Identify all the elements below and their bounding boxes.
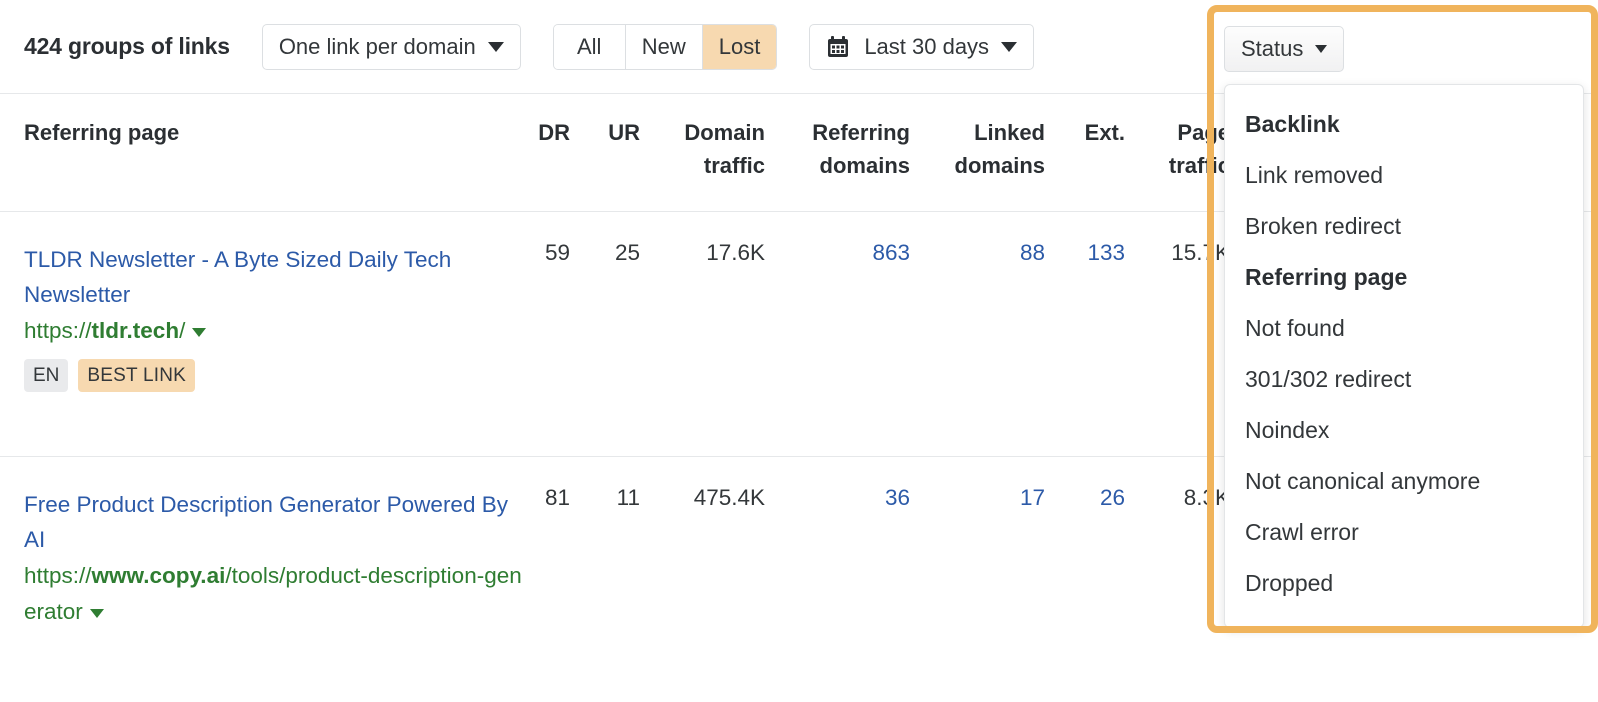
menu-item-dropped[interactable]: Dropped — [1225, 558, 1583, 609]
menu-group-backlink: Backlink — [1245, 111, 1340, 137]
calendar-icon — [826, 35, 850, 59]
status-filter-button[interactable]: Status — [1224, 26, 1345, 72]
groups-count-label: 424 groups of links — [24, 33, 230, 59]
toolbar: 424 groups of links One link per domain … — [0, 0, 1598, 94]
referring-page-url[interactable]: https://tldr.tech/ — [24, 313, 524, 349]
menu-item-link-removed[interactable]: Link removed — [1225, 150, 1583, 201]
column-header-ur[interactable]: UR — [570, 116, 640, 149]
cell-linked-domains[interactable]: 88 — [920, 240, 1045, 266]
cell-page-traffic: 8.3K — [1183, 485, 1230, 510]
column-header-ext[interactable]: Ext. — [1055, 116, 1125, 149]
chevron-down-icon[interactable] — [89, 608, 104, 618]
cell-ext[interactable]: 26 — [1055, 485, 1125, 511]
segment-new[interactable]: New — [625, 24, 703, 69]
cell-dr: 81 — [544, 485, 570, 510]
url-prefix: https:// — [24, 318, 92, 343]
url-domain: www.copy.ai — [91, 563, 226, 588]
grouping-dropdown-button[interactable]: One link per domain — [261, 23, 521, 70]
badge-group: EN BEST LINK — [24, 359, 524, 392]
menu-item-crawl-error[interactable]: Crawl error — [1225, 507, 1583, 558]
column-header-referring-page[interactable]: Referring page — [24, 116, 179, 149]
cell-domain-traffic: 475.4K — [693, 485, 765, 510]
segment-all[interactable]: All — [553, 24, 626, 69]
link-state-segmented-control: All New Lost — [552, 23, 778, 70]
date-range-label: Last 30 days — [864, 33, 990, 59]
chevron-down-icon[interactable] — [192, 327, 207, 337]
cell-referring-domains[interactable]: 863 — [775, 240, 910, 266]
menu-item-noindex[interactable]: Noindex — [1225, 405, 1583, 456]
referring-page-cell: TLDR Newsletter - A Byte Sized Daily Tec… — [24, 242, 524, 392]
menu-item-301-302-redirect[interactable]: 301/302 redirect — [1225, 354, 1583, 405]
menu-item-not-found[interactable]: Not found — [1225, 303, 1583, 354]
chevron-down-icon — [1001, 41, 1018, 52]
grouping-dropdown-label: One link per domain — [278, 33, 476, 59]
language-badge: EN — [24, 359, 69, 392]
chevron-down-icon — [487, 41, 504, 52]
status-filter-label: Status — [1241, 36, 1304, 61]
url-path: / — [179, 318, 186, 343]
cell-domain-traffic: 17.6K — [706, 240, 765, 265]
cell-page-traffic: 15.7K — [1171, 240, 1230, 265]
menu-group-referring-page: Referring page — [1245, 264, 1408, 290]
column-header-domain-traffic[interactable]: Domain traffic — [640, 116, 765, 182]
status-filter-menu: Backlink Link removed Broken redirect Re… — [1224, 84, 1584, 628]
cell-linked-domains[interactable]: 17 — [920, 485, 1045, 511]
menu-item-not-canonical-anymore[interactable]: Not canonical anymore — [1225, 456, 1583, 507]
referring-page-title-link[interactable]: Free Product Description Generator Power… — [24, 487, 524, 557]
menu-item-broken-redirect[interactable]: Broken redirect — [1225, 201, 1583, 252]
url-prefix: https:// — [24, 563, 92, 588]
referring-page-cell: Free Product Description Generator Power… — [24, 487, 524, 630]
cell-ext[interactable]: 133 — [1055, 240, 1125, 266]
column-header-dr[interactable]: DR — [500, 116, 570, 149]
best-link-badge: BEST LINK — [78, 359, 196, 392]
column-header-referring-domains[interactable]: Referring domains — [775, 116, 910, 182]
segment-lost[interactable]: Lost — [702, 24, 777, 69]
cell-dr: 59 — [544, 240, 570, 265]
referring-page-url[interactable]: https://www.copy.ai/tools/product-descri… — [24, 558, 524, 630]
column-header-page-traffic[interactable]: Page traffic — [1130, 116, 1230, 182]
cell-ur: 11 — [616, 485, 640, 510]
date-range-button[interactable]: Last 30 days — [809, 23, 1035, 70]
cell-ur: 25 — [614, 240, 640, 265]
url-domain: tldr.tech — [91, 318, 180, 343]
cell-referring-domains[interactable]: 36 — [775, 485, 910, 511]
referring-page-title-link[interactable]: TLDR Newsletter - A Byte Sized Daily Tec… — [24, 242, 524, 312]
column-header-linked-domains[interactable]: Linked domains — [920, 116, 1045, 182]
chevron-down-icon — [1315, 45, 1328, 53]
